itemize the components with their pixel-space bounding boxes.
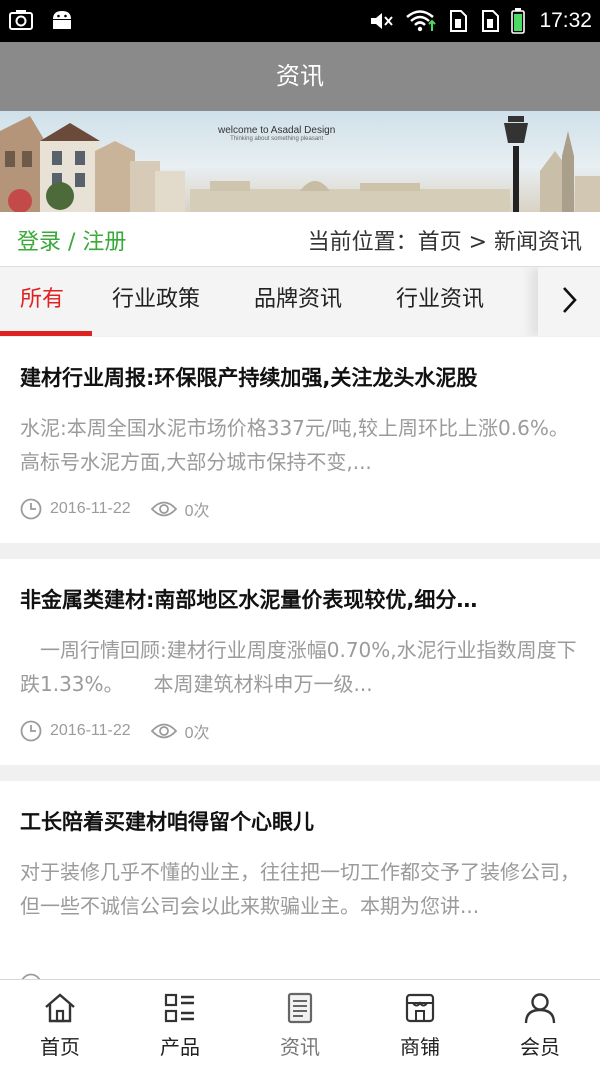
article-card[interactable]: 非金属类建材:南部地区水泥量价表现较优,细分… 一周行情回顾:建材行业周度涨幅0…: [0, 559, 600, 765]
article-summary: 水泥:本周全国水泥市场价格337元/吨,较上周环比上涨0.6%。高标号水泥方面,…: [20, 416, 569, 474]
page-title: 资讯: [0, 42, 600, 111]
banner-image: welcome to Asadal Design Thinking about …: [0, 111, 600, 212]
article-card[interactable]: 工长陪着买建材咱得留个心眼儿 对于装修几乎不懂的业主，往往把一切工作都交予了装修…: [0, 781, 600, 979]
home-icon: [43, 992, 77, 1028]
article-title[interactable]: 非金属类建材:南部地区水泥量价表现较优,细分…: [20, 584, 580, 614]
nav-member[interactable]: 会员: [480, 980, 600, 1067]
article-meta: 2016-11-22 0次: [20, 497, 210, 521]
active-tab-indicator: [0, 331, 92, 336]
eye-icon: [150, 500, 177, 518]
article-date: 2016-11-22: [50, 500, 131, 517]
article-date: 2016-11-22: [50, 722, 131, 739]
nav-label: 产品: [160, 1035, 200, 1059]
eye-icon: [150, 722, 177, 740]
tab-all[interactable]: 所有: [20, 267, 64, 336]
nav-stores[interactable]: 商铺: [360, 980, 480, 1067]
nav-home[interactable]: 首页: [0, 980, 120, 1067]
nav-label: 商铺: [400, 1035, 440, 1059]
article-card[interactable]: 建材行业周报:环保限产持续加强,关注龙头水泥股 水泥:本周全国水泥市场价格337…: [0, 337, 600, 543]
clock-icon: [20, 498, 42, 520]
android-icon: [50, 8, 74, 32]
category-tabs: 所有 行业政策 品牌资讯 行业资讯 行: [0, 266, 600, 336]
banner-caption: welcome to Asadal Design Thinking about …: [218, 125, 335, 142]
tab-industry-policy[interactable]: 行业政策: [112, 267, 200, 336]
battery-icon: [511, 8, 526, 34]
banner-title: welcome to Asadal Design: [218, 125, 336, 136]
screenshot-icon: [8, 8, 34, 32]
chevron-right-icon: [559, 285, 579, 319]
tab-brand-news[interactable]: 品牌资讯: [254, 267, 342, 336]
article-summary: 一周行情回顾:建材行业周度涨幅0.70%,水泥行业指数周度下跌1.33%。 本周…: [20, 638, 577, 696]
nav-label: 首页: [40, 1035, 80, 1059]
sim-card-1-icon: [447, 9, 469, 33]
store-icon: [403, 992, 437, 1028]
article-title[interactable]: 建材行业周报:环保限产持续加强,关注龙头水泥股: [20, 362, 580, 392]
breadcrumb: 当前位置：首页 > 新闻资讯: [307, 230, 582, 255]
article-title[interactable]: 工长陪着买建材咱得留个心眼儿: [20, 806, 580, 836]
clock-icon: [20, 720, 42, 742]
sim-card-2-icon: [479, 9, 501, 33]
mute-icon: [369, 9, 395, 33]
clock: 17:32: [539, 9, 592, 32]
grid-list-icon: [163, 992, 197, 1028]
tab-industry-news[interactable]: 行业资讯: [396, 267, 484, 336]
article-views: 0次: [184, 725, 210, 742]
tab-scroll-right-button[interactable]: [538, 267, 600, 336]
nav-products[interactable]: 产品: [120, 980, 240, 1067]
article-views: 0次: [184, 503, 210, 520]
nav-label: 会员: [520, 1035, 560, 1059]
status-bar: 17:32: [0, 0, 600, 42]
bottom-nav: 首页 产品 资讯 商铺 会员: [0, 979, 600, 1067]
wifi-icon: [405, 9, 437, 33]
article-meta: 2016-11-22 0次: [20, 719, 210, 743]
nav-news[interactable]: 资讯: [240, 980, 360, 1067]
location-bar: 登录 / 注册 当前位置：首页 > 新闻资讯: [0, 212, 600, 266]
user-icon: [523, 992, 557, 1028]
article-summary: 对于装修几乎不懂的业主，往往把一切工作都交予了装修公司，但一些不诚信公司会以此来…: [20, 860, 580, 918]
login-register-link[interactable]: 登录 / 注册: [17, 224, 126, 256]
nav-label: 资讯: [280, 1035, 320, 1059]
banner-subtitle: Thinking about something pleasant: [230, 136, 324, 142]
document-icon: [283, 992, 317, 1028]
